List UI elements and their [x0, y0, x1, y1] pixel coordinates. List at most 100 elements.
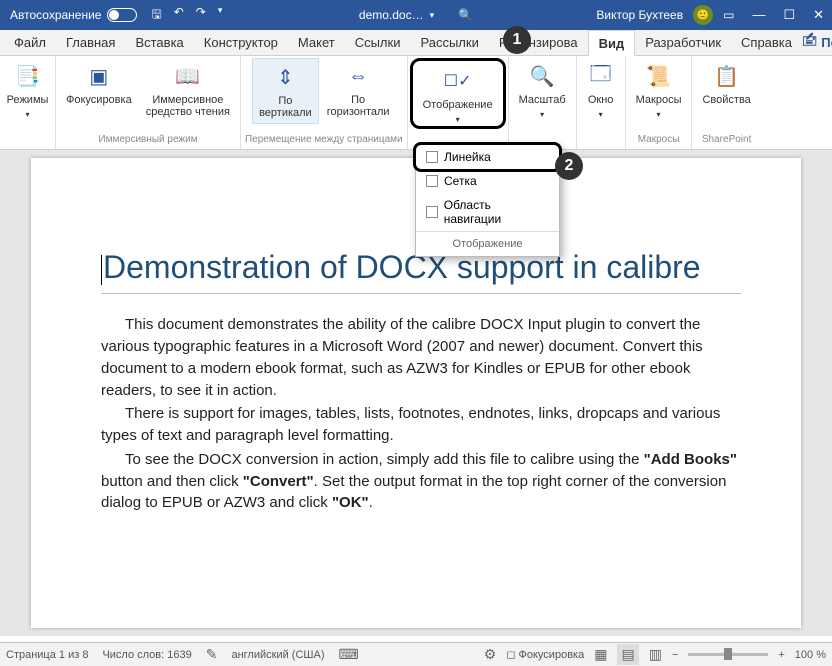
- search-icon[interactable]: 🔍: [458, 8, 473, 22]
- group-zoom: 🔍 Масштаб ▾: [509, 56, 577, 149]
- vertical-label: По вертикали: [259, 95, 312, 119]
- focus-mode-button[interactable]: ◻ Фокусировка: [506, 648, 584, 661]
- dropdown-navpane[interactable]: Область навигации: [416, 193, 559, 231]
- navpane-label: Область навигации: [444, 198, 549, 226]
- document-title[interactable]: demo.doc… ▾ 🔍: [359, 8, 473, 22]
- tab-references[interactable]: Ссылки: [345, 30, 411, 56]
- document-name: demo.doc…: [359, 8, 424, 22]
- callout-2: 2: [555, 152, 583, 180]
- user-name[interactable]: Виктор Бухтеев: [596, 8, 683, 22]
- accessibility-icon[interactable]: ⌨: [339, 646, 359, 663]
- window-button[interactable]: 🗔 Окно ▾: [581, 58, 621, 123]
- statusbar: Страница 1 из 8 Число слов: 1639 ✎ англи…: [0, 642, 832, 666]
- save-icon[interactable]: 🖫: [151, 5, 161, 26]
- zoom-button[interactable]: 🔍 Масштаб ▾: [513, 58, 572, 123]
- window-icon: 🗔: [587, 62, 615, 90]
- tab-developer[interactable]: Разработчик: [635, 30, 731, 56]
- autosave-toggle[interactable]: Автосохранение: [10, 8, 137, 22]
- window-controls: — ☐ ✕: [752, 7, 824, 23]
- properties-button[interactable]: 📋 Свойства: [696, 58, 756, 110]
- spellcheck-icon[interactable]: ✎: [206, 646, 218, 663]
- view-print-icon[interactable]: ▦: [594, 646, 607, 663]
- display-icon: ☐✓: [444, 67, 472, 95]
- toggle-icon[interactable]: [107, 8, 137, 22]
- chevron-down-icon[interactable]: ▾: [430, 10, 435, 21]
- macros-group-label: Макросы: [638, 134, 680, 147]
- qat-dropdown-icon[interactable]: ▾: [218, 5, 223, 26]
- magnifier-icon: 🔍: [528, 62, 556, 90]
- checkbox-icon[interactable]: [426, 175, 438, 187]
- display-settings-icon[interactable]: ⚙: [484, 646, 497, 663]
- tab-layout[interactable]: Макет: [288, 30, 345, 56]
- window-label: Окно: [588, 94, 614, 106]
- maximize-icon[interactable]: ☐: [783, 7, 795, 23]
- dropdown-ruler[interactable]: Линейка: [416, 145, 559, 169]
- group-modes: 📑 Режимы ▾: [0, 56, 56, 149]
- share-button[interactable]: 🖆 Поделиться: [802, 32, 832, 54]
- zoom-out-button[interactable]: −: [672, 649, 678, 661]
- group-macros: 📜 Макросы ▾ Макросы: [626, 56, 693, 149]
- ribbon: 📑 Режимы ▾ ▣ Фокусировка 📖 Иммерсивное с…: [0, 56, 832, 150]
- group-window: 🗔 Окно ▾: [577, 56, 626, 149]
- group-immersive: ▣ Фокусировка 📖 Иммерсивное средство чте…: [56, 56, 241, 149]
- zoom-label: Масштаб: [519, 94, 566, 106]
- zoom-in-button[interactable]: +: [778, 649, 784, 661]
- modes-button[interactable]: 📑 Режимы ▾: [1, 58, 55, 123]
- redo-icon[interactable]: ↷: [196, 5, 206, 26]
- status-wordcount[interactable]: Число слов: 1639: [102, 649, 191, 661]
- display-button[interactable]: ☐✓ Отображение ▾: [410, 58, 506, 129]
- checkbox-icon[interactable]: [426, 206, 438, 218]
- properties-icon: 📋: [713, 62, 741, 90]
- tab-help[interactable]: Справка: [731, 30, 802, 56]
- group-sharepoint: 📋 Свойства SharePoint: [692, 56, 760, 149]
- display-dropdown: Линейка Сетка Область навигации Отображе…: [415, 144, 560, 257]
- quick-access: 🖫 ↶ ↷ ▾: [151, 5, 222, 26]
- document-body[interactable]: This document demonstrates the ability o…: [101, 314, 741, 514]
- ruler-label: Линейка: [444, 150, 491, 164]
- dropdown-grid[interactable]: Сетка: [416, 169, 559, 193]
- chevron-down-icon: ▾: [456, 115, 460, 124]
- sharepoint-group-label: SharePoint: [702, 134, 751, 147]
- zoom-slider[interactable]: [688, 653, 768, 656]
- paragraph: There is support for images, tables, lis…: [101, 403, 741, 447]
- macros-icon: 📜: [645, 62, 673, 90]
- status-page[interactable]: Страница 1 из 8: [6, 649, 88, 661]
- macros-button[interactable]: 📜 Макросы ▾: [630, 58, 688, 123]
- horizontal-button[interactable]: ⇔ По горизонтали: [321, 58, 396, 122]
- immersive-label: Иммерсивное средство чтения: [146, 94, 230, 118]
- share-label: Поделиться: [821, 35, 832, 50]
- properties-label: Свойства: [702, 94, 750, 106]
- chevron-down-icon: ▾: [26, 110, 30, 119]
- tab-design[interactable]: Конструктор: [194, 30, 288, 56]
- close-icon[interactable]: ✕: [813, 7, 824, 23]
- group-pagemove: ⇕ По вертикали ⇔ По горизонтали Перемеще…: [241, 56, 408, 149]
- checkbox-icon[interactable]: [426, 151, 438, 163]
- immersive-group-label: Иммерсивный режим: [98, 134, 197, 147]
- zoom-level[interactable]: 100 %: [795, 649, 826, 661]
- status-language[interactable]: английский (США): [231, 649, 324, 661]
- group-display: ☐✓ Отображение ▾: [408, 56, 509, 149]
- user-area: Виктор Бухтеев 🙂 ▭ — ☐ ✕: [596, 5, 824, 25]
- tab-file[interactable]: Файл: [4, 30, 56, 56]
- ribbon-options-icon[interactable]: ▭: [723, 8, 734, 22]
- tab-view[interactable]: Вид: [588, 30, 636, 56]
- focus-icon: ▣: [85, 62, 113, 90]
- tab-mailings[interactable]: Рассылки: [410, 30, 488, 56]
- minimize-icon[interactable]: —: [752, 7, 765, 23]
- focus-button[interactable]: ▣ Фокусировка: [60, 58, 138, 110]
- tab-insert[interactable]: Вставка: [125, 30, 193, 56]
- avatar[interactable]: 🙂: [693, 5, 713, 25]
- paragraph: To see the DOCX conversion in action, si…: [101, 449, 741, 514]
- immersive-reader-button[interactable]: 📖 Иммерсивное средство чтения: [140, 58, 236, 122]
- grid-label: Сетка: [444, 174, 477, 188]
- paragraph: This document demonstrates the ability o…: [101, 314, 741, 401]
- macros-label: Макросы: [636, 94, 682, 106]
- autosave-label: Автосохранение: [10, 8, 101, 22]
- tab-home[interactable]: Главная: [56, 30, 125, 56]
- undo-icon[interactable]: ↶: [174, 5, 184, 26]
- titlebar: Автосохранение 🖫 ↶ ↷ ▾ demo.doc… ▾ 🔍 Вик…: [0, 0, 832, 30]
- view-read-icon[interactable]: ▤: [617, 644, 638, 665]
- view-web-icon[interactable]: ▥: [649, 646, 662, 663]
- book-icon: 📖: [174, 62, 202, 90]
- vertical-button[interactable]: ⇕ По вертикали: [252, 58, 319, 124]
